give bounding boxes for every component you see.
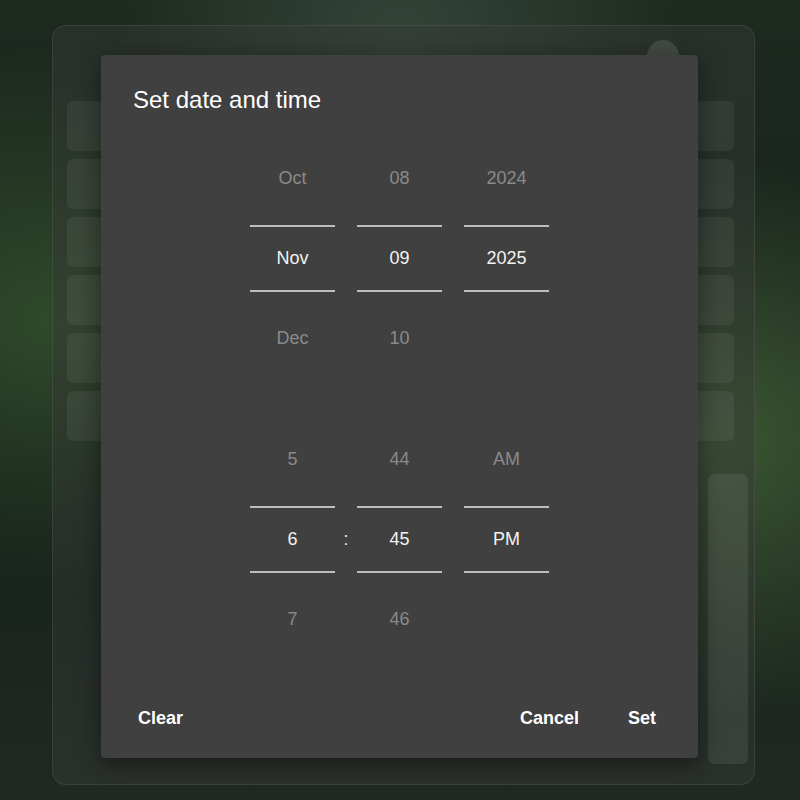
- empty-slot: [464, 328, 549, 348]
- picker-option[interactable]: 44: [357, 449, 442, 470]
- picker-option[interactable]: 2025: [464, 225, 549, 292]
- picker-option[interactable]: 10: [357, 328, 442, 349]
- picker-option[interactable]: 09: [357, 225, 442, 292]
- dialog-title: Set date and time: [133, 85, 698, 115]
- desktop: Set date and time Oct Nov Dec 08 09 10 2024 2025…: [0, 0, 800, 800]
- column-spacer: [442, 138, 464, 378]
- column-spacer: [442, 419, 464, 659]
- time-separator: :: [335, 419, 357, 659]
- picker-option[interactable]: Oct: [250, 168, 335, 189]
- picker-option[interactable]: 5: [250, 449, 335, 470]
- time-picker: 5 6 7:44 45 46 AM PM: [101, 419, 698, 659]
- empty-slot: [464, 609, 549, 629]
- picker-option[interactable]: PM: [464, 506, 549, 573]
- date-time-dialog: Set date and time Oct Nov Dec 08 09 10 2024 2025…: [101, 55, 698, 758]
- picker-column[interactable]: 08 09 10: [357, 138, 442, 378]
- dialog-actions: Clear Cancel Set: [101, 700, 698, 737]
- picker-option[interactable]: Dec: [250, 328, 335, 349]
- picker-option[interactable]: 2024: [464, 168, 549, 189]
- picker-option[interactable]: 46: [357, 609, 442, 630]
- action-button[interactable]: Cancel: [512, 700, 587, 737]
- picker-column[interactable]: 5 6 7: [250, 419, 335, 659]
- picker-column[interactable]: 2024 2025: [464, 138, 549, 378]
- clear-button[interactable]: Clear: [130, 700, 191, 737]
- picker-option[interactable]: AM: [464, 449, 549, 470]
- date-picker: Oct Nov Dec 08 09 10 2024 2025: [101, 138, 698, 378]
- picker-option[interactable]: Nov: [250, 225, 335, 292]
- picker-option[interactable]: 08: [357, 168, 442, 189]
- picker-option[interactable]: 45: [357, 506, 442, 573]
- picker-column[interactable]: Oct Nov Dec: [250, 138, 335, 378]
- picker-column[interactable]: AM PM: [464, 419, 549, 659]
- background-card: [708, 474, 748, 764]
- action-button[interactable]: Set: [620, 700, 664, 737]
- column-spacer: [335, 138, 357, 378]
- picker-column[interactable]: 44 45 46: [357, 419, 442, 659]
- picker-option[interactable]: 6: [250, 506, 335, 573]
- picker-option[interactable]: 7: [250, 609, 335, 630]
